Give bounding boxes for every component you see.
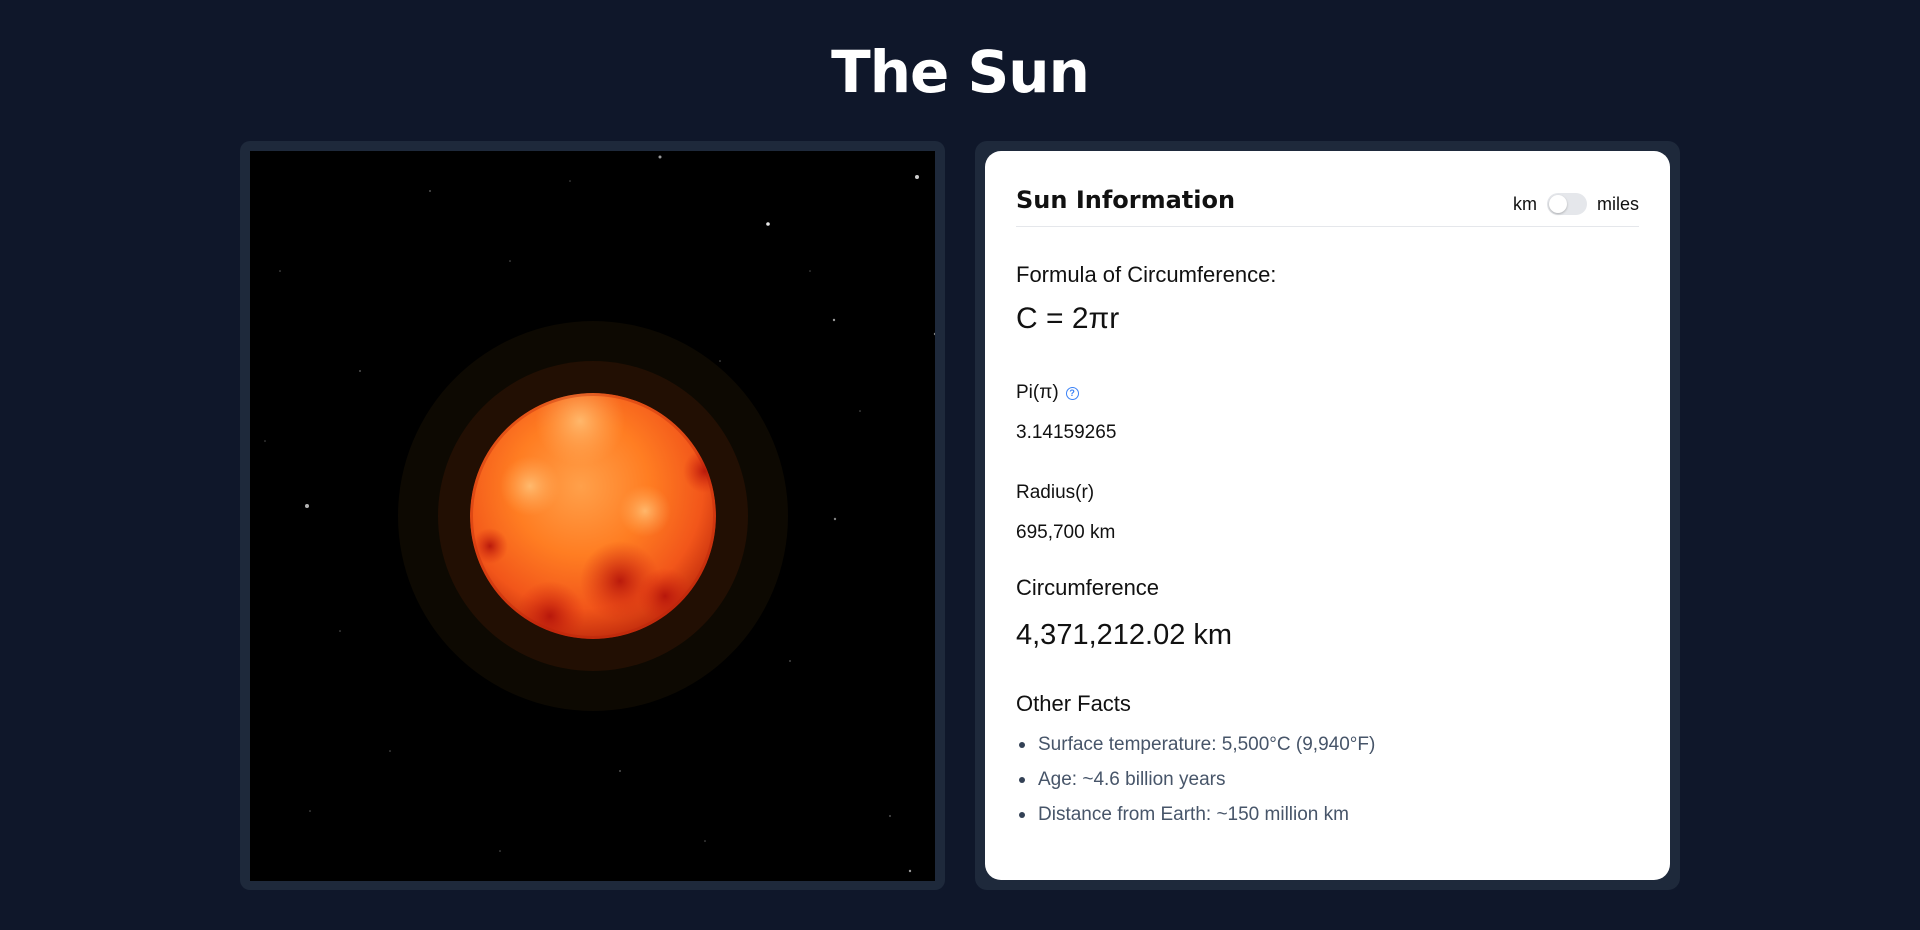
- pi-value: 3.14159265: [1016, 422, 1117, 443]
- other-facts-label: Other Facts: [1016, 691, 1131, 716]
- circumference-label: Circumference: [1016, 575, 1160, 600]
- unit-toggle: km miles: [1513, 193, 1639, 215]
- circumference-value: 4,371,212.02 km: [1016, 619, 1233, 651]
- unit-miles-label: miles: [1596, 193, 1639, 214]
- switch-knob: [1548, 195, 1567, 213]
- formula: C = 2πr: [1016, 302, 1120, 335]
- card-header: Sun Information km miles: [1016, 151, 1639, 227]
- list-item: Distance from Earth: ~150 million km: [1016, 804, 1375, 839]
- card-title: Sun Information: [1016, 186, 1236, 214]
- info-panel: Sun Information km miles Formula of Circ…: [975, 141, 1680, 890]
- formula-label: Formula of Circumference:: [1016, 262, 1277, 287]
- list-item: Age: ~4.6 billion years: [1016, 769, 1375, 804]
- radius-value: 695,700 km: [1016, 522, 1116, 543]
- radius-label: Radius(r): [1016, 482, 1095, 503]
- list-item: Surface temperature: 5,500°C (9,940°F): [1016, 734, 1375, 769]
- page-title: The Sun: [831, 38, 1090, 106]
- sun-viewer-panel: [240, 141, 945, 890]
- pi-label-row: Pi(π) ?: [1016, 382, 1079, 404]
- question-circle-icon[interactable]: ?: [1065, 386, 1079, 400]
- pi-label: Pi(π): [1016, 382, 1059, 403]
- unit-km-label: km: [1512, 193, 1537, 214]
- sun-3d-canvas[interactable]: [250, 151, 935, 881]
- unit-switch[interactable]: [1546, 193, 1587, 215]
- facts-list: Surface temperature: 5,500°C (9,940°F) A…: [1016, 734, 1375, 839]
- sun-scene: [264, 155, 935, 873]
- sun-information-card: Sun Information km miles Formula of Circ…: [985, 151, 1670, 880]
